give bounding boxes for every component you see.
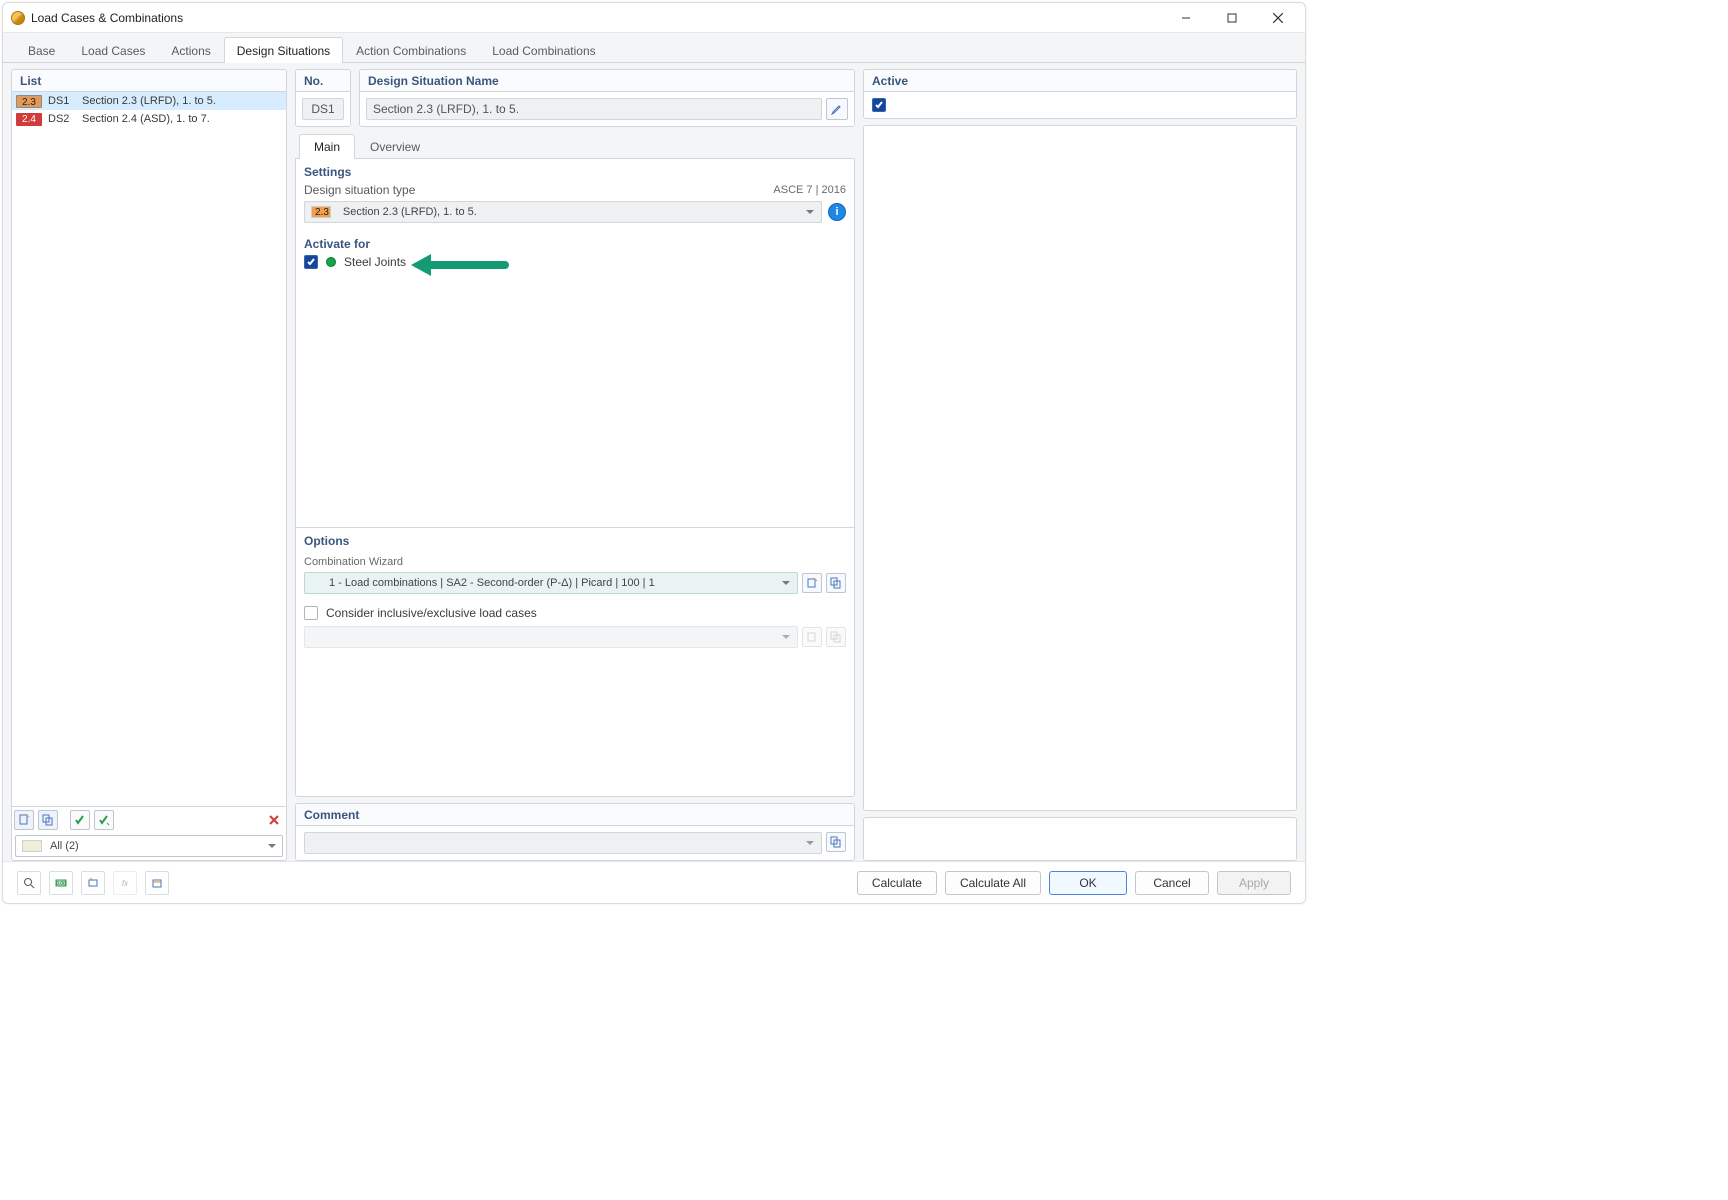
tab-actions[interactable]: Actions	[158, 37, 223, 63]
design-type-dropdown[interactable]: 2.3 Section 2.3 (LRFD), 1. to 5.	[304, 201, 822, 223]
comment-header: Comment	[296, 804, 854, 826]
new-icon[interactable]	[14, 810, 34, 830]
show-icon[interactable]	[81, 871, 105, 895]
wizard-open-icon[interactable]	[826, 573, 846, 593]
content-area: List 2.3 DS1 Section 2.3 (LRFD), 1. to 5…	[3, 63, 1305, 861]
active-checkbox[interactable]	[872, 98, 886, 112]
wizard-label: Combination Wizard	[304, 552, 846, 572]
check-in-icon[interactable]	[70, 810, 90, 830]
options-header: Options	[296, 528, 854, 552]
preview-panel	[863, 125, 1297, 811]
activate-header: Activate for	[296, 231, 854, 255]
no-header: No.	[296, 70, 350, 92]
badge-2-3: 2.3	[16, 95, 42, 108]
info-icon[interactable]: i	[828, 203, 846, 221]
right-spacer-panel	[863, 817, 1297, 861]
list-panel: List 2.3 DS1 Section 2.3 (LRFD), 1. to 5…	[11, 69, 287, 861]
design-type-label: Design situation type	[304, 183, 415, 197]
name-panel: Design Situation Name Section 2.3 (LRFD)…	[359, 69, 855, 127]
list-toolbar	[12, 806, 286, 832]
maximize-button[interactable]	[1209, 4, 1255, 32]
list-item-code: DS1	[48, 95, 76, 107]
copy-icon[interactable]	[38, 810, 58, 830]
window: Load Cases & Combinations Base Load Case…	[2, 2, 1306, 904]
wizard-new-icon[interactable]	[802, 573, 822, 593]
comment-attach-icon[interactable]	[826, 832, 846, 852]
svg-text:fx: fx	[122, 879, 129, 888]
list-item-ds1[interactable]: 2.3 DS1 Section 2.3 (LRFD), 1. to 5.	[12, 92, 286, 110]
list-item-code: DS2	[48, 113, 76, 125]
list-item-label: Section 2.3 (LRFD), 1. to 5.	[82, 95, 216, 107]
steel-joints-label: Steel Joints	[344, 255, 406, 269]
main-panel: Main Overview Settings Design situation …	[295, 133, 855, 797]
comment-panel: Comment	[295, 803, 855, 861]
list-item-ds2[interactable]: 2.4 DS2 Section 2.4 (ASD), 1. to 7.	[12, 110, 286, 128]
list-header: List	[12, 70, 286, 92]
list-filter-dropdown[interactable]: All (2)	[15, 835, 283, 857]
delete-icon[interactable]	[264, 810, 284, 830]
name-header: Design Situation Name	[360, 70, 854, 92]
fx-icon[interactable]: fx	[113, 871, 137, 895]
calculate-all-button[interactable]: Calculate All	[945, 871, 1041, 895]
design-type-standard: ASCE 7 | 2016	[773, 184, 846, 196]
tab-design-situations[interactable]: Design Situations	[224, 37, 343, 63]
filter-swatch-icon	[22, 840, 42, 852]
close-button[interactable]	[1255, 4, 1301, 32]
active-header: Active	[864, 70, 1296, 92]
filter-value: All (2)	[50, 840, 79, 852]
list-item-label: Section 2.4 (ASD), 1. to 7.	[82, 113, 210, 125]
calendar-icon[interactable]	[145, 871, 169, 895]
subtab-overview[interactable]: Overview	[355, 134, 435, 159]
cancel-button[interactable]: Cancel	[1135, 871, 1209, 895]
settings-header: Settings	[296, 159, 854, 183]
search-icon[interactable]	[17, 871, 41, 895]
app-icon	[11, 11, 25, 25]
tab-load-cases[interactable]: Load Cases	[68, 37, 158, 63]
no-panel: No. DS1	[295, 69, 351, 127]
window-title: Load Cases & Combinations	[31, 11, 1163, 25]
titlebar: Load Cases & Combinations	[3, 3, 1305, 33]
wizard-value: 1 - Load combinations | SA2 - Second-ord…	[311, 577, 655, 589]
inclusive-dropdown	[304, 626, 798, 648]
design-type-value: Section 2.3 (LRFD), 1. to 5.	[343, 206, 477, 218]
svg-text:0.00: 0.00	[56, 881, 66, 887]
tab-base[interactable]: Base	[15, 37, 68, 63]
subtab-main[interactable]: Main	[299, 134, 355, 159]
consider-inclusive-checkbox[interactable]	[304, 606, 318, 620]
tab-action-combinations[interactable]: Action Combinations	[343, 37, 479, 63]
name-field[interactable]: Section 2.3 (LRFD), 1. to 5.	[366, 98, 822, 120]
comment-field[interactable]	[304, 832, 822, 854]
calculate-button[interactable]: Calculate	[857, 871, 937, 895]
list-body: 2.3 DS1 Section 2.3 (LRFD), 1. to 5. 2.4…	[12, 92, 286, 806]
consider-inclusive-label: Consider inclusive/exclusive load cases	[326, 606, 537, 620]
inclusive-open-icon	[826, 627, 846, 647]
ok-button[interactable]: OK	[1049, 871, 1127, 895]
steel-joints-checkbox[interactable]	[304, 255, 318, 269]
badge-2-4: 2.4	[16, 113, 42, 126]
main-tabstrip: Base Load Cases Actions Design Situation…	[3, 33, 1305, 63]
footer: 0.00 fx Calculate Calculate All OK Cance…	[3, 861, 1305, 903]
check-out-icon[interactable]	[94, 810, 114, 830]
apply-button: Apply	[1217, 871, 1291, 895]
combination-wizard-dropdown[interactable]: 1 - Load combinations | SA2 - Second-ord…	[304, 572, 798, 594]
active-panel: Active	[863, 69, 1297, 119]
active-dot-icon	[326, 257, 336, 267]
inclusive-new-icon	[802, 627, 822, 647]
subtab-strip: Main Overview	[295, 133, 855, 159]
tab-load-combinations[interactable]: Load Combinations	[479, 37, 608, 63]
minimize-button[interactable]	[1163, 4, 1209, 32]
units-icon[interactable]: 0.00	[49, 871, 73, 895]
edit-name-icon[interactable]	[826, 98, 848, 120]
no-value: DS1	[302, 98, 344, 120]
